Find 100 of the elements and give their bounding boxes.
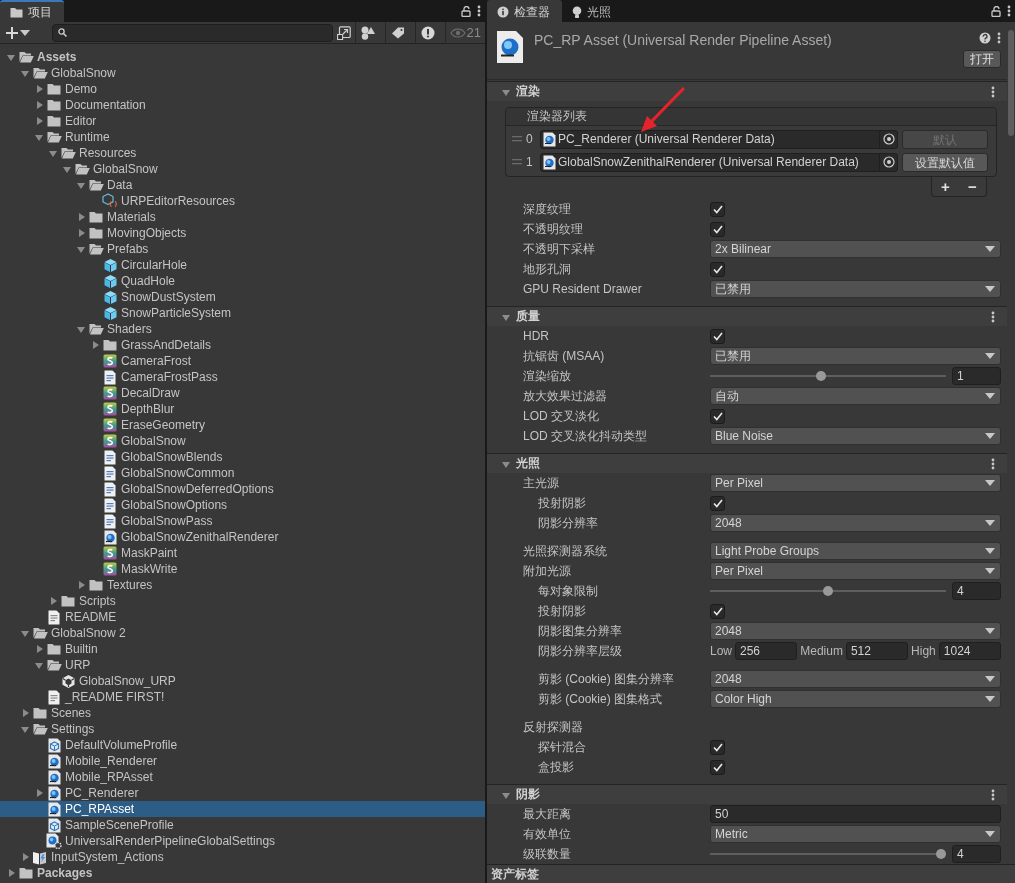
tree-row[interactable]: Shaders [0,321,485,337]
object-field[interactable]: GlobalSnowZenithalRenderer (Universal Renderer Data) [540,152,898,172]
add-button[interactable]: + [937,178,954,195]
checkbox[interactable] [710,201,725,217]
dropdown[interactable]: 2048 [710,622,1001,640]
tree-row[interactable]: SnowDustSystem [0,289,485,305]
tree-row[interactable]: Mobile_Renderer [0,753,485,769]
search-field[interactable] [52,23,333,42]
collapse-arrow-icon[interactable] [76,324,86,334]
tree-row[interactable]: Packages [0,865,485,881]
collapse-arrow-icon[interactable] [20,628,30,638]
tree-row[interactable]: Runtime [0,129,485,145]
tree-row[interactable]: Prefabs [0,241,485,257]
lock-icon[interactable] [461,5,471,17]
more-icon[interactable] [997,32,1001,44]
checkbox[interactable] [710,495,725,511]
expand-arrow-icon[interactable] [76,228,86,238]
number-field[interactable]: 256 [735,642,798,660]
lock-icon[interactable] [991,5,1001,17]
tree-row[interactable]: Builtin [0,641,485,657]
tree-row[interactable]: README [0,609,485,625]
collapse-arrow-icon[interactable] [34,132,44,142]
dropdown[interactable]: Color High [710,690,1001,708]
number-field[interactable]: 50 [710,805,1001,823]
inspector-tab[interactable]: 检查器 [487,0,562,22]
dropdown[interactable]: Blue Noise [710,427,1001,445]
dropdown[interactable]: 已禁用 [710,280,1001,298]
expand-arrow-icon[interactable] [20,708,30,718]
tree-row[interactable]: _README FIRST! [0,689,485,705]
number-field[interactable]: 1 [952,367,1001,385]
checkbox[interactable] [710,739,725,755]
number-field[interactable]: 512 [845,642,909,660]
tree-row[interactable]: DecalDraw [0,385,485,401]
expand-arrow-icon[interactable] [34,644,44,654]
tree-row[interactable]: Settings [0,721,485,737]
collapse-arrow-icon[interactable] [48,148,58,158]
slider-thumb[interactable] [936,849,947,859]
open-button[interactable]: 打开 [963,50,1001,68]
tree-row[interactable]: GlobalSnow [0,65,485,81]
checkbox[interactable] [710,603,725,619]
dropdown[interactable]: Per Pixel [710,474,1001,492]
object-field[interactable]: PC_Renderer (Universal Renderer Data) [540,129,898,149]
scrollbar-thumb[interactable] [1008,30,1014,136]
tree-row[interactable]: Scenes [0,705,485,721]
more-icon[interactable] [991,85,995,98]
dropdown[interactable]: Per Pixel [710,562,1001,580]
expand-arrow-icon[interactable] [6,868,16,878]
expand-arrow-icon[interactable] [34,84,44,94]
expand-arrow-icon[interactable] [90,340,100,350]
slider-thumb[interactable] [823,586,833,596]
tree-row[interactable]: GlobalSnowPass [0,513,485,529]
tree-row[interactable]: URPEditorResources [0,193,485,209]
expand-arrow-icon[interactable] [20,852,30,862]
tree-row[interactable]: DepthBlur [0,401,485,417]
dropdown[interactable]: 自动 [710,387,1001,405]
more-icon[interactable] [1007,5,1011,17]
expand-arrow-icon[interactable] [76,212,86,222]
tree-row[interactable]: GlobalSnowBlends [0,449,485,465]
expand-arrow-icon[interactable] [34,116,44,126]
dropdown[interactable]: 2048 [710,670,1001,688]
expand-arrow-icon[interactable] [48,596,58,606]
tree-row[interactable]: Assets [0,49,485,65]
dropdown[interactable]: Light Probe Groups [710,542,1001,560]
tree-row[interactable]: CircularHole [0,257,485,273]
tree-row[interactable]: Demo [0,81,485,97]
tree-row[interactable]: Documentation [0,97,485,113]
more-icon[interactable] [991,788,995,801]
expand-arrow-icon[interactable] [76,580,86,590]
tree-row[interactable]: SnowParticleSystem [0,305,485,321]
number-field[interactable]: 4 [952,582,1001,600]
tree-row[interactable]: Editor [0,113,485,129]
tree-row[interactable]: InputSystem_Actions [0,849,485,865]
tree-row[interactable]: GrassAndDetails [0,337,485,353]
tree-row[interactable]: PC_RPAsset [0,801,485,817]
number-field[interactable]: 4 [952,845,1001,863]
tree-row[interactable]: Resources [0,145,485,161]
expand-arrow-icon[interactable] [34,788,44,798]
more-icon[interactable] [477,5,481,17]
tree-row[interactable]: Mobile_RPAsset [0,769,485,785]
collapse-arrow-icon[interactable] [20,724,30,734]
help-icon[interactable] [979,32,991,44]
tree-row[interactable]: GlobalSnowCommon [0,465,485,481]
tree-row[interactable]: QuadHole [0,273,485,289]
dropdown[interactable]: Metric [710,825,1001,843]
collapse-arrow-icon[interactable] [62,164,72,174]
checkbox[interactable] [710,261,725,277]
collapse-arrow-icon[interactable] [76,180,86,190]
tree-row[interactable]: MovingObjects [0,225,485,241]
remove-button[interactable]: − [964,178,981,195]
tree-row[interactable]: GlobalSnow [0,433,485,449]
tree-row[interactable]: MaskPaint [0,545,485,561]
slider-thumb[interactable] [815,371,826,381]
tree-row[interactable]: UniversalRenderPipelineGlobalSettings [0,833,485,849]
scene-lookup-icon[interactable] [336,25,351,40]
tree-row[interactable]: GlobalSnowDeferredOptions [0,481,485,497]
tree-row[interactable]: DefaultVolumeProfile [0,737,485,753]
collapse-arrow-icon[interactable] [76,244,86,254]
tree-row[interactable]: GlobalSnowZenithalRenderer [0,529,485,545]
dropdown[interactable]: 2048 [710,514,1001,532]
tree-row[interactable]: Data [0,177,485,193]
